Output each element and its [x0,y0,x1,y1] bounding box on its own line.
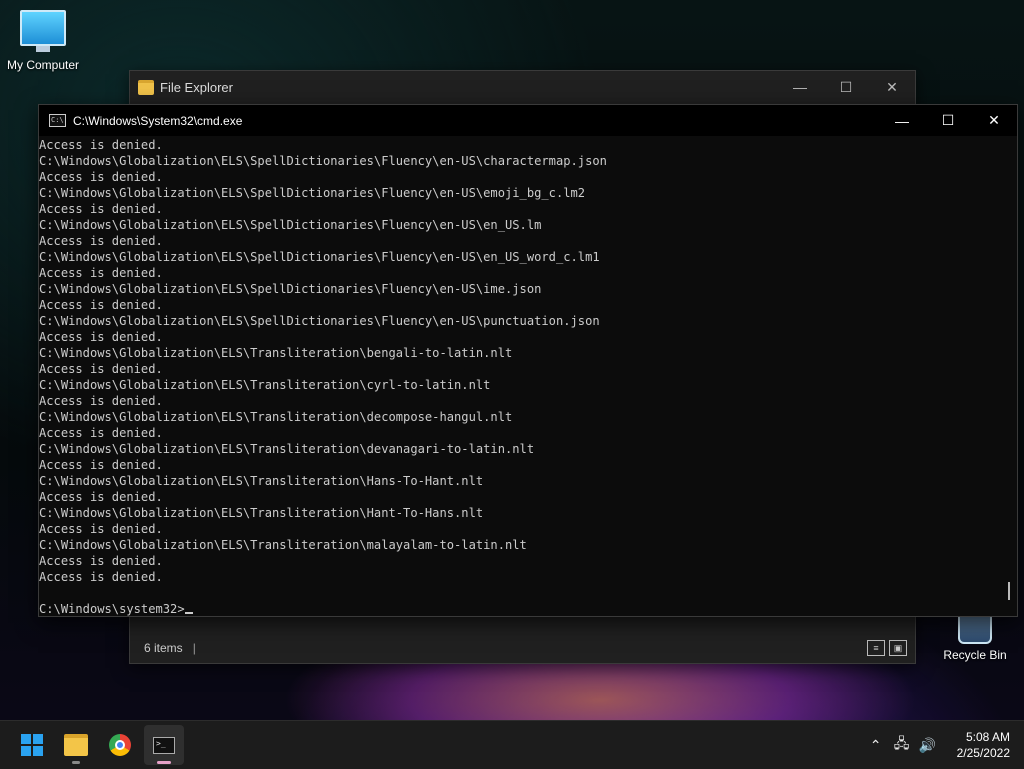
recycle-bin-icon [958,614,992,644]
desktop-icon-label: My Computer [6,58,80,72]
console-line: C:\Windows\Globalization\ELS\Translitera… [39,410,513,424]
vertical-scrollbar[interactable] [1001,136,1017,616]
cmd-title: C:\Windows\System32\cmd.exe [73,113,243,128]
taskbar-chrome[interactable] [100,725,140,765]
chevron-up-icon[interactable]: ⌃ [863,737,889,754]
status-separator: | [192,641,196,655]
cmd-icon: C:\ [49,114,66,127]
console-line: Access is denied. [39,234,163,248]
clock[interactable]: 5:08 AM 2/25/2022 [957,729,1010,761]
console-line: C:\Windows\Globalization\ELS\Translitera… [39,506,484,520]
text-cursor [184,612,193,614]
console-line: C:\Windows\Globalization\ELS\SpellDictio… [39,186,586,200]
console-line: C:\Windows\Globalization\ELS\SpellDictio… [39,154,607,168]
minimize-button[interactable]: — [879,105,925,137]
file-explorer-icon [64,734,88,756]
console-line: Access is denied. [39,522,163,536]
computer-icon [20,10,66,52]
console-line: C:\Windows\Globalization\ELS\SpellDictio… [39,218,542,232]
console-line: Access is denied. [39,170,163,184]
windows-logo-icon [21,734,43,756]
system-tray: ⌃ 🖧 🔊 5:08 AM 2/25/2022 [863,729,1024,761]
console-line: Access is denied. [39,554,163,568]
details-view-icon[interactable]: ≡ [867,640,885,656]
chrome-icon [109,734,131,756]
console-line: Access is denied. [39,266,163,280]
running-indicator [72,761,80,764]
console-line: Access is denied. [39,394,163,408]
console-line: Access is denied. [39,570,163,584]
maximize-button[interactable]: ☐ [925,105,971,137]
console-output[interactable]: Access is denied. C:\Windows\Globalizatio… [39,136,1001,616]
active-indicator [157,761,171,764]
console-line: C:\Windows\Globalization\ELS\Translitera… [39,474,484,488]
console-line: Access is denied. [39,426,163,440]
taskbar: >_ ⌃ 🖧 🔊 5:08 AM 2/25/2022 [0,720,1024,769]
clock-date: 2/25/2022 [956,746,1010,760]
clock-time: 5:08 AM [965,730,1010,744]
console-line: Access is denied. [39,138,163,152]
explorer-titlebar[interactable]: File Explorer — ☐ ✕ [130,71,915,103]
minimize-button[interactable]: — [777,71,823,103]
explorer-title: File Explorer [160,79,233,95]
console-line: C:\Windows\Globalization\ELS\SpellDictio… [39,282,542,296]
desktop-icon-my-computer[interactable]: My Computer [0,0,86,72]
console-line: C:\Windows\Globalization\ELS\Translitera… [39,442,535,456]
command-prompt: C:\Windows\system32> [39,601,1001,616]
close-button[interactable]: ✕ [869,71,915,103]
taskbar-file-explorer[interactable] [56,725,96,765]
console-line: Access is denied. [39,490,163,504]
start-button[interactable] [12,725,52,765]
desktop-icon-label: Recycle Bin [943,648,1007,662]
console-line: C:\Windows\Globalization\ELS\Translitera… [39,346,513,360]
explorer-status-bar: 6 items | ≡ ▣ [130,633,915,663]
close-button[interactable]: ✕ [971,105,1017,137]
scroll-thumb[interactable] [1008,582,1010,600]
console-line: C:\Windows\Globalization\ELS\Translitera… [39,538,527,552]
console-line: Access is denied. [39,330,163,344]
folder-icon [138,79,154,95]
terminal-icon: >_ [153,736,175,754]
large-icons-view-icon[interactable]: ▣ [889,640,907,656]
console-line: C:\Windows\Globalization\ELS\SpellDictio… [39,314,600,328]
console-line: Access is denied. [39,298,163,312]
console-line: C:\Windows\Globalization\ELS\SpellDictio… [39,250,600,264]
console-line: C:\Windows\Globalization\ELS\Translitera… [39,378,491,392]
cmd-window[interactable]: C:\ C:\Windows\System32\cmd.exe — ☐ ✕ Ac… [38,104,1018,617]
console-line: Access is denied. [39,202,163,216]
taskbar-terminal[interactable]: >_ [144,725,184,765]
maximize-button[interactable]: ☐ [823,71,869,103]
cmd-titlebar[interactable]: C:\ C:\Windows\System32\cmd.exe — ☐ ✕ [39,105,1017,136]
console-line: Access is denied. [39,362,163,376]
item-count: 6 items [144,641,183,655]
volume-icon[interactable]: 🔊 [915,737,941,754]
network-icon[interactable]: 🖧 [889,733,915,757]
console-line: Access is denied. [39,458,163,472]
